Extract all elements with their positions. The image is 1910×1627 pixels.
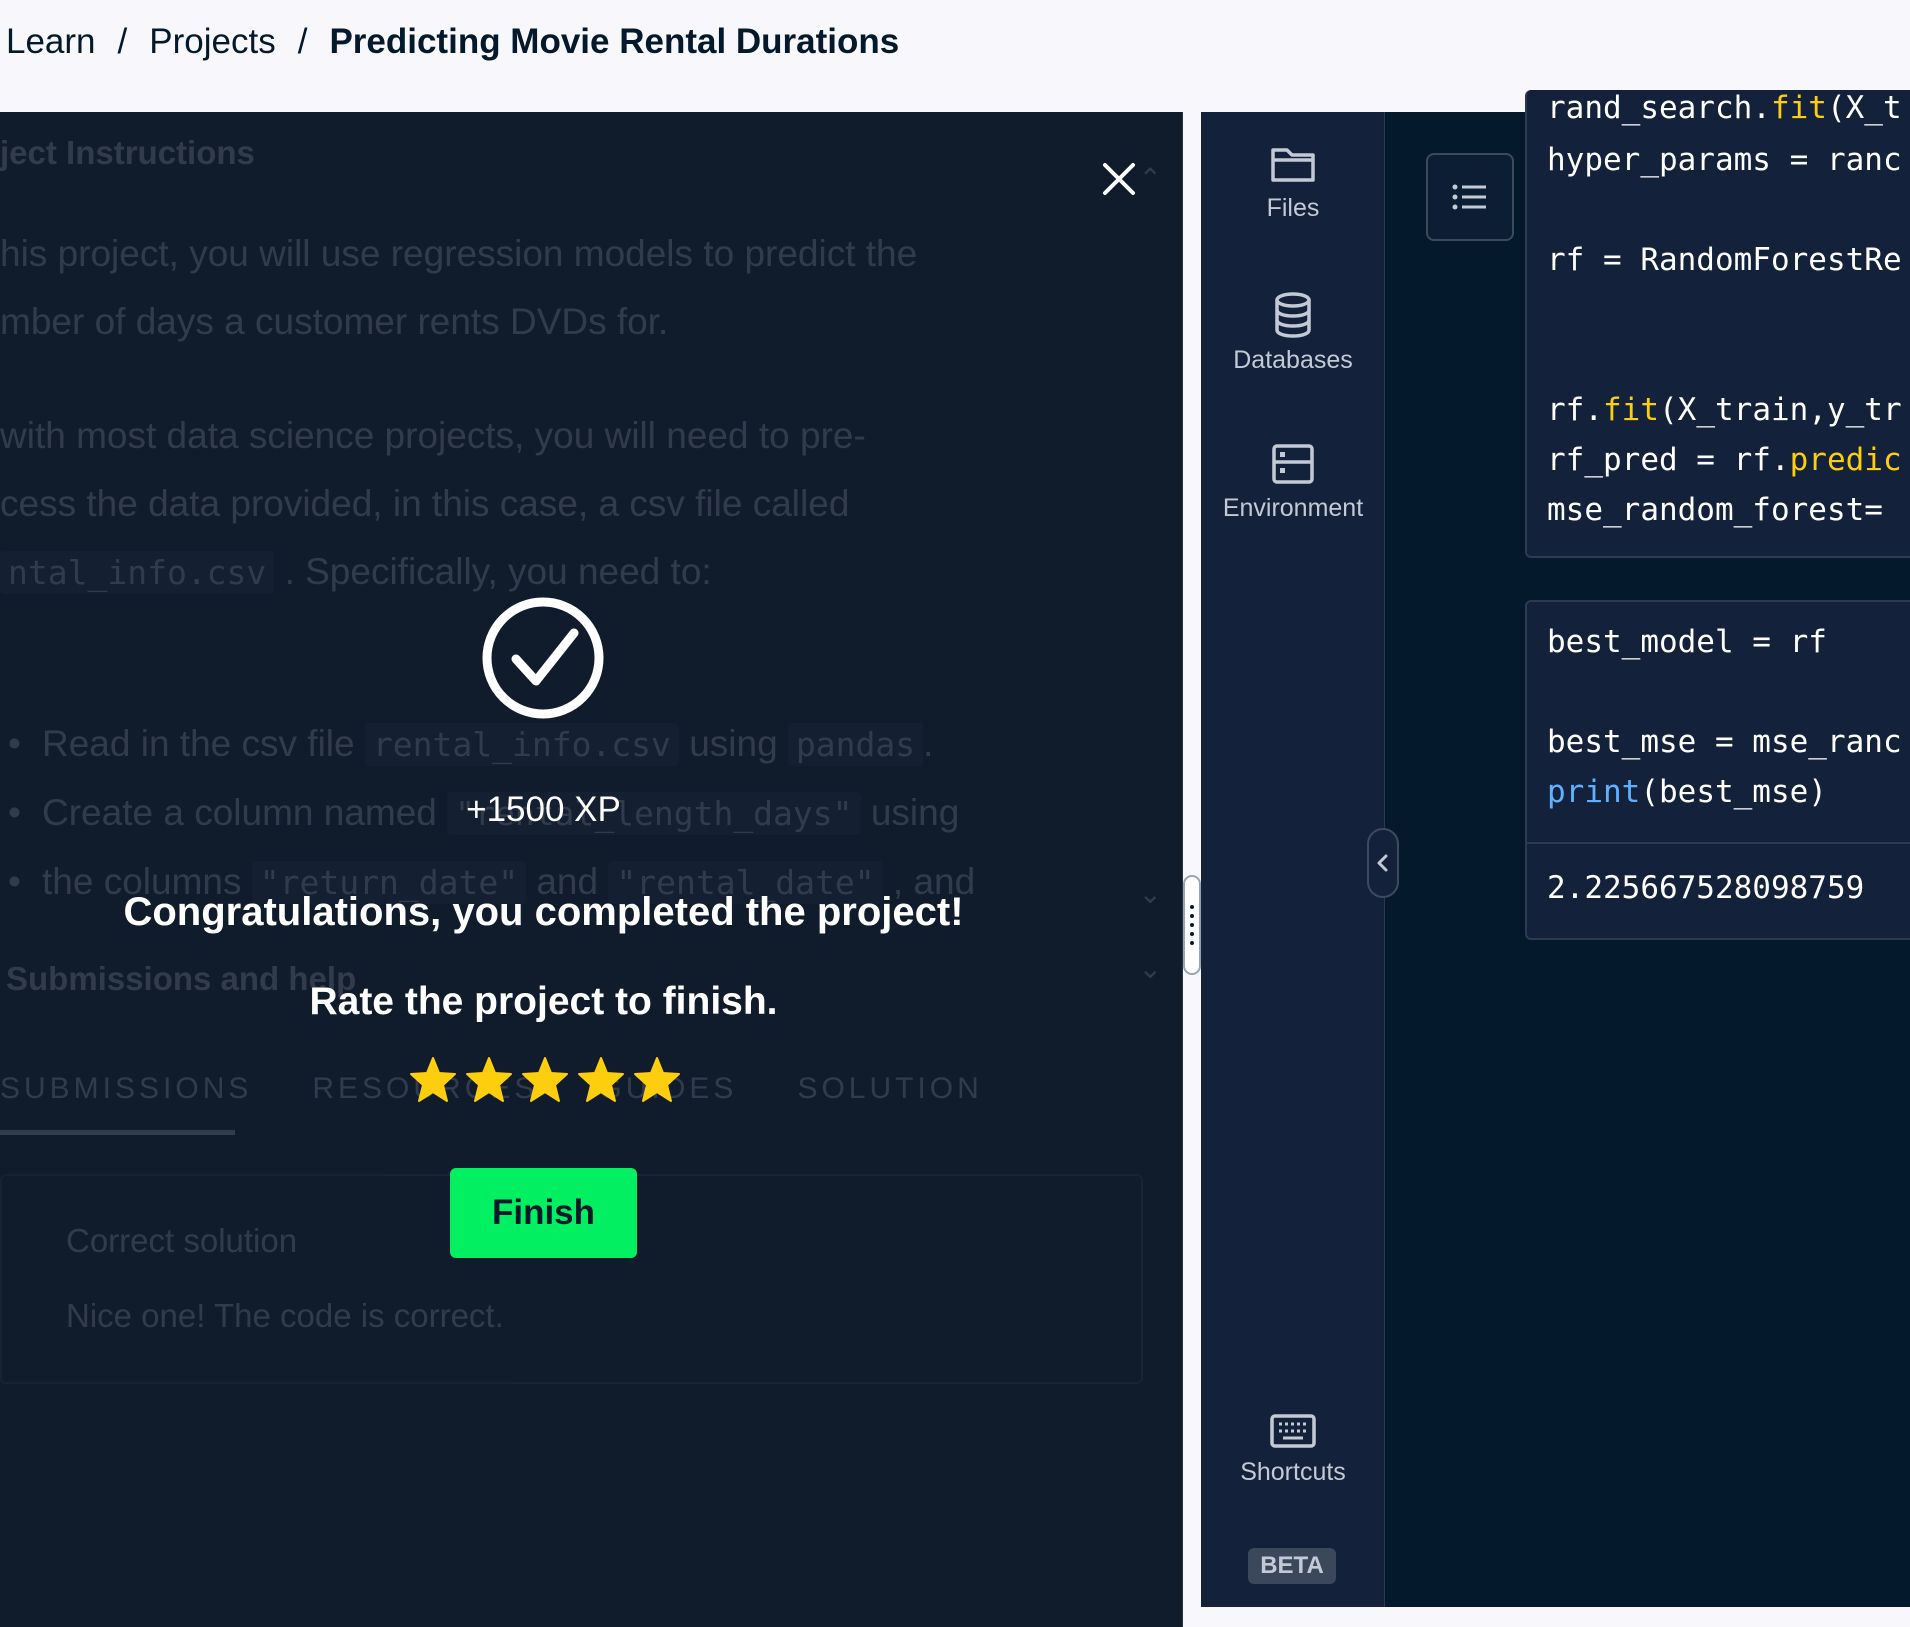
cell-output: 2.225667528098759 — [1547, 870, 1865, 906]
chevron-down-icon: ⌄ — [1138, 878, 1162, 909]
active-tab-indicator — [0, 1130, 235, 1135]
breadcrumb: Learn / Projects / Predicting Movie Rent… — [6, 22, 899, 62]
code-token: rf_pred = rf. — [1547, 442, 1790, 478]
tab-solution[interactable]: SOLUTION — [797, 1072, 982, 1106]
star-icon[interactable] — [520, 1055, 570, 1105]
code-line: rand_search.fit(X_t — [1547, 90, 1902, 126]
instructions-paragraph-2: with most data science projects, you wil… — [0, 402, 866, 607]
rate-prompt: Rate the project to finish. — [309, 980, 778, 1023]
code-token: (best_mse) — [1640, 774, 1827, 810]
tab-submissions[interactable]: SUBMISSIONS — [0, 1072, 252, 1106]
outline-button[interactable] — [1426, 153, 1514, 241]
star-icon[interactable] — [632, 1055, 682, 1105]
sidebar-item-label: Files — [1266, 194, 1320, 222]
breadcrumb-separator: / — [297, 22, 308, 61]
code-line: rf = RandomForestRe — [1547, 242, 1902, 278]
sidebar-item-label: Shortcuts — [1240, 1458, 1346, 1486]
keyboard-icon — [1270, 1414, 1316, 1448]
check-circle-icon — [482, 597, 604, 719]
environment-icon — [1272, 444, 1314, 484]
instructions-paragraph-1: his project, you will use regression mod… — [0, 220, 917, 356]
sidebar-item-environment[interactable]: Environment — [1201, 442, 1385, 523]
instructions-panel: ject Instructions ⌃ his project, you wil… — [0, 112, 1183, 1627]
star-icon[interactable] — [464, 1055, 514, 1105]
code-cell[interactable]: rand_search.fit(X_t hyper_params = ranc … — [1525, 90, 1910, 558]
output-divider — [1527, 842, 1910, 844]
code-line: hyper_params = ranc — [1547, 142, 1902, 178]
paragraph-line: mber of days a customer rents DVDs for. — [0, 301, 669, 342]
chevron-left-icon — [1377, 854, 1388, 872]
code-line: print(best_mse) — [1547, 774, 1827, 810]
sidebar-item-shortcuts[interactable]: Shortcuts — [1201, 1412, 1385, 1487]
chevron-down-icon: ⌄ — [1138, 953, 1162, 984]
result-text: Nice one! The code is correct. — [66, 1297, 504, 1334]
code-line: rf_pred = rf.predic — [1547, 442, 1902, 478]
sidebar-item-files[interactable]: Files — [1201, 142, 1385, 223]
list-item-text: Read in the csv file — [42, 723, 355, 764]
code-token: (X_train,y_tr — [1659, 392, 1902, 428]
panel-divider — [1183, 112, 1201, 1627]
code-token: fit — [1603, 392, 1659, 428]
code-token: predic — [1789, 442, 1902, 478]
collapse-sidebar-button[interactable] — [1367, 828, 1399, 898]
star-icon[interactable] — [408, 1055, 458, 1105]
paragraph-line: his project, you will use regression mod… — [0, 233, 918, 274]
paragraph-line: with most data science projects, you wil… — [0, 415, 866, 456]
breadcrumb-learn[interactable]: Learn — [6, 22, 96, 62]
code-cell[interactable]: best_model = rf best_mse = mse_ranc prin… — [1525, 600, 1910, 940]
inline-code: ntal_info.csv — [0, 551, 275, 594]
paragraph-line: ntal_info.csv . Specifically, you need t… — [0, 538, 866, 607]
finish-button[interactable]: Finish — [450, 1168, 637, 1258]
code-token: rf. — [1547, 392, 1603, 428]
sidebar-item-databases[interactable]: Databases — [1201, 292, 1385, 375]
folder-icon — [1271, 148, 1315, 182]
code-line: best_mse = mse_ranc — [1547, 724, 1902, 760]
xp-award: +1500 XP — [466, 790, 621, 829]
paragraph-line: cess the data provided, in this case, a … — [0, 483, 850, 524]
star-rating — [408, 1055, 682, 1105]
sidebar-item-label: Environment — [1222, 494, 1364, 522]
resize-handle[interactable] — [1183, 875, 1201, 975]
code-token: fit — [1770, 90, 1827, 126]
instructions-title: ject Instructions — [0, 134, 255, 171]
breadcrumb-separator: / — [117, 22, 128, 61]
breadcrumb-current: Predicting Movie Rental Durations — [329, 22, 900, 61]
bottom-edge — [1201, 1607, 1910, 1627]
congrats-message: Congratulations, you completed the proje… — [123, 890, 964, 934]
list-icon — [1452, 184, 1486, 210]
code-token: print — [1547, 774, 1641, 810]
beta-badge: BETA — [1248, 1548, 1336, 1584]
inline-code: rental_info.csv — [364, 723, 679, 766]
code-token: rand_search. — [1547, 90, 1771, 126]
list-item-text: . — [923, 723, 934, 764]
star-icon[interactable] — [576, 1055, 626, 1105]
paragraph-text: . Specifically, you need to: — [284, 551, 712, 592]
close-icon[interactable] — [1095, 155, 1143, 203]
code-token: (X_t — [1826, 90, 1902, 126]
sidebar-item-label: Databases — [1233, 346, 1353, 374]
code-line: mse_random_forest= — [1547, 492, 1883, 528]
instructions-content: ject Instructions ⌃ his project, you wil… — [0, 112, 1182, 1627]
code-line: rf.fit(X_train,y_tr — [1547, 392, 1902, 428]
workspace-sidebar: Files Databases Environment Shortcuts — [1201, 112, 1385, 1607]
list-item-text: using — [689, 723, 778, 764]
inline-code: pandas — [787, 723, 924, 766]
database-icon — [1275, 292, 1311, 338]
breadcrumb-projects[interactable]: Projects — [149, 22, 275, 62]
code-line: best_model = rf — [1547, 624, 1827, 660]
result-title: Correct solution — [66, 1222, 298, 1259]
